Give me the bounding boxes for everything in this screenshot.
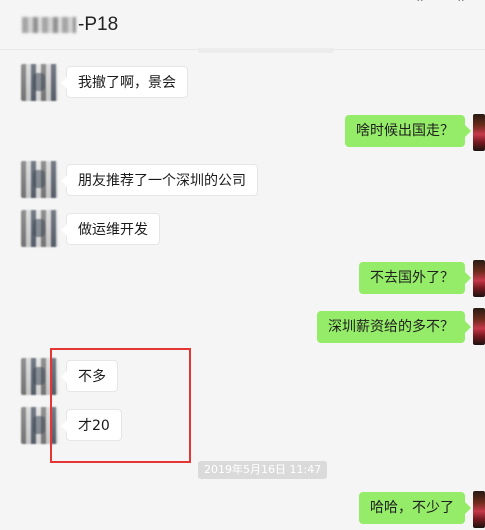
message-bubble[interactable]: 哈哈，不少了 — [359, 492, 471, 524]
chat-header: -P18 ⌃ ⌃ — [0, 0, 485, 50]
pin-icon[interactable]: ⌃ — [413, 0, 427, 10]
blurred-name — [22, 17, 76, 33]
friend-avatar[interactable] — [21, 210, 58, 247]
self-avatar[interactable] — [473, 114, 485, 151]
message-bubble[interactable]: 做运维开发 — [61, 213, 160, 245]
timestamp: 2019年5月16日 11:47 — [198, 461, 328, 479]
self-avatar[interactable] — [473, 260, 485, 297]
message-bubble[interactable]: 我撤了啊，景会 — [61, 66, 188, 98]
highlight-box — [50, 348, 191, 463]
scroll-indicator — [198, 48, 334, 53]
self-avatar[interactable] — [473, 308, 485, 345]
message-bubble[interactable]: 不去国外了？ — [359, 262, 471, 294]
close-icon[interactable]: ⌃ — [454, 0, 468, 10]
chat-title: -P18 — [78, 14, 119, 35]
self-avatar[interactable] — [473, 491, 485, 528]
message-bubble[interactable]: 深圳薪资给的多不？ — [317, 311, 471, 343]
chat-title-wrap: -P18 — [22, 12, 118, 38]
message-bubble[interactable]: 朋友推荐了一个深圳的公司 — [61, 164, 258, 196]
message-bubble[interactable]: 啥时候出国走？ — [345, 115, 471, 147]
friend-avatar[interactable] — [21, 64, 58, 101]
friend-avatar[interactable] — [21, 161, 58, 198]
